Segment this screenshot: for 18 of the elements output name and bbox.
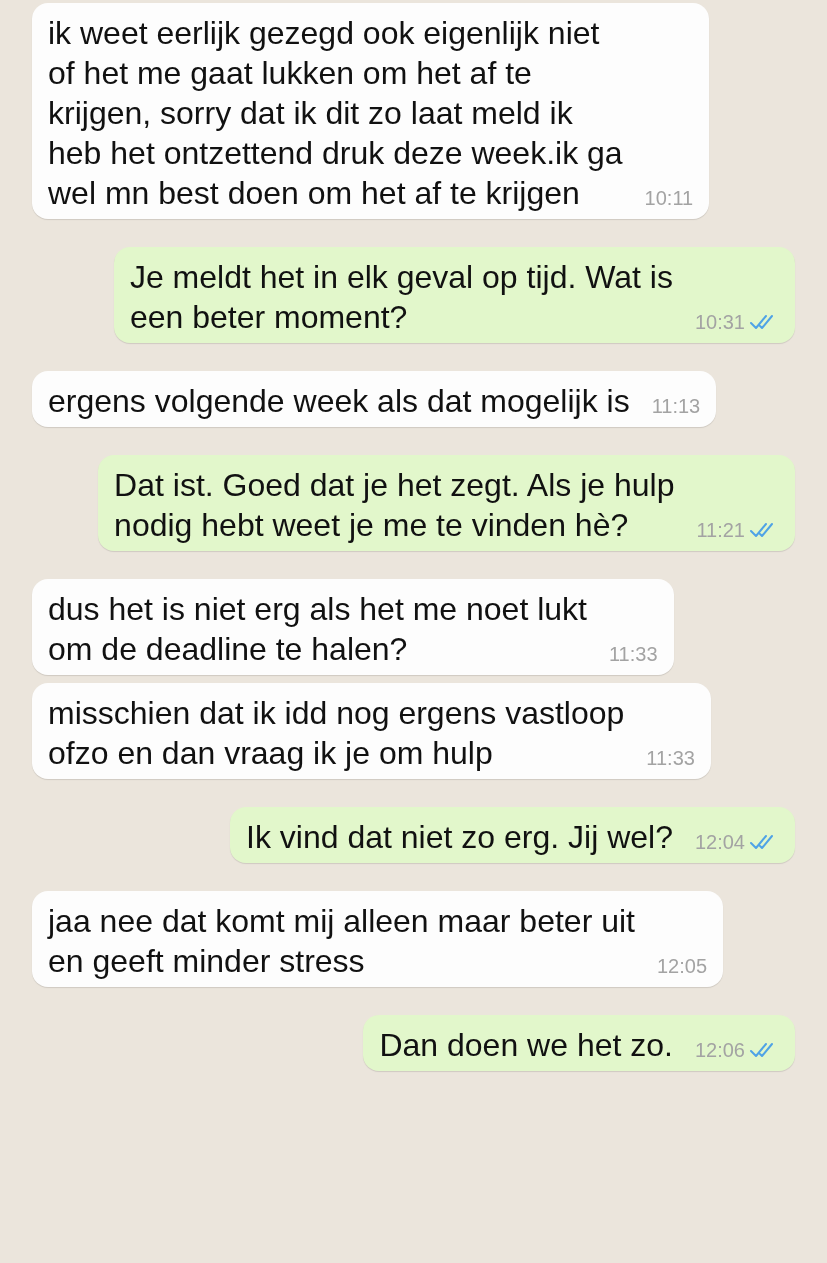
message-time: 12:06 (694, 1038, 745, 1063)
message-text: Je meldt het in elk geval op tijd. Wat is een beter moment? (129, 258, 673, 337)
message-time: 11:33 (646, 746, 695, 771)
message-text: misschien dat ik idd nog ergens vastloop ofzo en dan vraag ik je om hulp (48, 694, 625, 773)
message-time: 11:33 (608, 642, 658, 667)
message-time: 10:31 (694, 310, 745, 335)
message-text: Ik vind dat niet zo erg. Jij wel? (246, 818, 673, 857)
message-time: 12:05 (656, 954, 708, 979)
message-text: Dan doen we het zo. (379, 1026, 673, 1065)
message-time: 11:13 (651, 394, 701, 419)
message-text: Dat ist. Goed dat je het zegt. Als je hulp nodig hebt weet je me te vinden hè? (114, 466, 675, 545)
message-text: ik weet eerlijk gezegd ook eigenlijk niet of het me gaat lukken om het af te krijgen, sorry dat ik dit zo laat meld ik heb het ontzettend druk deze week.ik ga wel mn best doen om het af te krijgen (48, 14, 623, 213)
message-time: 11:21 (696, 518, 745, 543)
message-time: 10:11 (644, 186, 694, 211)
message-time: 12:04 (694, 830, 745, 855)
message-text: dus het is niet erg als het me noet lukt om de deadline te halen? (48, 590, 587, 669)
message-text: ergens volgende week als dat mogelijk is (48, 382, 630, 421)
message-text: jaa nee dat komt mij alleen maar beter uit en geeft minder stress (48, 902, 635, 981)
